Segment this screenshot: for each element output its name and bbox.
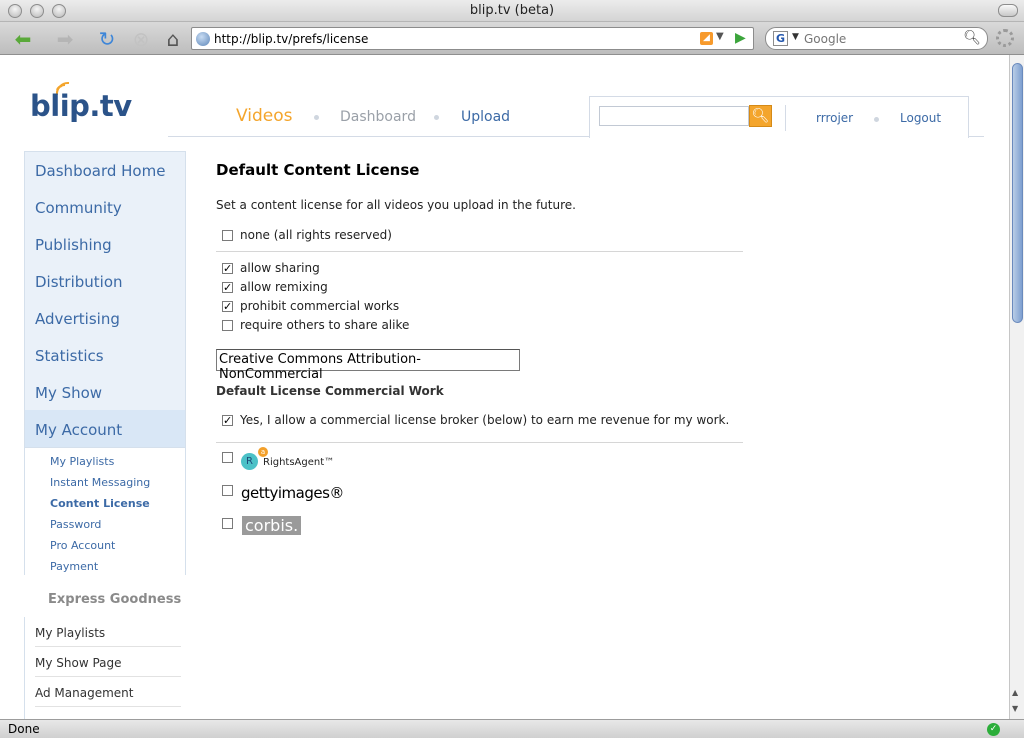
commercial-heading: Default License Commercial Work <box>216 384 444 398</box>
browser-toolbar: ⬅ ➡ ↻ ⊗ ⌂ ◢ ▼ ▶ G ▼ 🔍︎ <box>0 22 1024 55</box>
google-engine-icon[interactable]: G <box>773 31 788 46</box>
sidebar-item-statistics[interactable]: Statistics <box>35 347 104 365</box>
security-ok-icon: ✓ <box>987 723 1000 736</box>
submenu-item-my-playlists[interactable]: My Playlists <box>50 455 114 468</box>
sidebar-item-community[interactable]: Community <box>35 199 122 217</box>
loading-spinner-icon <box>996 29 1014 47</box>
broker-rightsagent-option[interactable] <box>222 452 234 468</box>
web-page: blip.tv Videos Dashboard Upload 🔍︎ rrroj… <box>0 55 1009 719</box>
express-goodness-list: My Playlists My Show Page Ad Management <box>24 617 186 719</box>
home-icon[interactable]: ⌂ <box>160 27 186 51</box>
submenu-item-pro-account[interactable]: Pro Account <box>50 539 115 552</box>
scroll-up-icon[interactable]: ▲ <box>1012 688 1018 697</box>
sidebar-item-advertising[interactable]: Advertising <box>35 310 120 328</box>
checkbox-none[interactable] <box>222 230 233 241</box>
option-label: allow remixing <box>240 280 328 294</box>
magnifier-icon: 🔍︎ <box>751 108 770 124</box>
nav-separator <box>314 115 319 120</box>
url-input[interactable] <box>214 30 684 47</box>
globe-icon <box>196 32 210 46</box>
submenu-item-password[interactable]: Password <box>50 518 101 531</box>
submenu-item-content-license[interactable]: Content License <box>50 497 150 510</box>
address-bar[interactable]: ◢ ▼ ▶ <box>191 27 754 50</box>
rightsagent-r-icon: R <box>241 453 258 470</box>
title-bar: blip.tv (beta) <box>0 0 1024 22</box>
checkbox-prohibit-commercial[interactable]: ✓ <box>222 301 233 312</box>
browser-search-input[interactable] <box>804 31 954 46</box>
divider <box>216 442 743 443</box>
scroll-down-icon[interactable]: ▼ <box>1012 704 1018 713</box>
nav-videos[interactable]: Videos <box>236 106 293 126</box>
divider <box>216 251 743 252</box>
express-item-my-playlists[interactable]: My Playlists <box>35 626 181 647</box>
sidebar-item-my-show[interactable]: My Show <box>35 384 102 402</box>
checkbox-commercial-broker[interactable]: ✓ <box>222 415 233 426</box>
logout-link[interactable]: Logout <box>900 111 941 125</box>
submenu-item-instant-messaging[interactable]: Instant Messaging <box>50 476 150 489</box>
history-dropdown-icon[interactable]: ▼ <box>716 31 724 42</box>
option-label: prohibit commercial works <box>240 299 400 313</box>
gettyimages-logo: gettyimages® <box>241 484 344 502</box>
reload-icon[interactable]: ↻ <box>94 27 120 51</box>
stop-icon[interactable]: ⊗ <box>128 27 154 51</box>
sidebar-item-publishing[interactable]: Publishing <box>35 236 112 254</box>
option-label: none (all rights reserved) <box>240 228 392 242</box>
window-title: blip.tv (beta) <box>469 3 555 18</box>
go-arrow-icon[interactable]: ▶ <box>735 30 746 46</box>
site-search-button[interactable]: 🔍︎ <box>749 105 772 127</box>
option-label: require others to share alike <box>240 318 410 332</box>
account-submenu: My Playlists Instant Messaging Content L… <box>25 447 185 575</box>
site-logo[interactable]: blip.tv <box>30 89 132 123</box>
nav-dashboard[interactable]: Dashboard <box>340 109 416 125</box>
sidebar: Dashboard Home Community Publishing Dist… <box>24 151 186 575</box>
option-label: Yes, I allow a commercial license broker… <box>240 413 730 427</box>
submenu-item-payment[interactable]: Payment <box>50 560 98 573</box>
rss-feed-icon[interactable]: ◢ <box>700 32 713 45</box>
sidebar-item-distribution[interactable]: Distribution <box>35 273 123 291</box>
status-bar: Done ✓ <box>0 719 1024 738</box>
vertical-scrollbar[interactable]: ▲ ▼ <box>1009 55 1024 719</box>
site-search-input[interactable] <box>599 106 749 126</box>
browser-search-bar[interactable]: G ▼ 🔍︎ <box>765 27 988 50</box>
corbis-logo: corbis. <box>242 516 302 535</box>
forward-arrow-icon[interactable]: ➡ <box>48 27 82 51</box>
express-item-ad-management[interactable]: Ad Management <box>35 686 181 707</box>
nav-separator <box>434 115 439 120</box>
checkbox-share-alike[interactable] <box>222 320 233 331</box>
toolbar-toggle-button[interactable] <box>998 4 1018 17</box>
magnifier-icon[interactable]: 🔍︎ <box>963 30 981 46</box>
rightsagent-a-icon: a <box>258 447 268 457</box>
scrollbar-thumb[interactable] <box>1012 63 1023 323</box>
express-item-my-show-page[interactable]: My Show Page <box>35 656 181 677</box>
divider <box>785 105 786 131</box>
engine-dropdown-icon[interactable]: ▼ <box>792 32 799 42</box>
page-title: Default Content License <box>216 161 420 179</box>
broker-corbis-option[interactable] <box>222 518 234 534</box>
sidebar-item-dashboard-home[interactable]: Dashboard Home <box>35 162 165 180</box>
intro-text: Set a content license for all videos you… <box>216 198 576 212</box>
checkbox-allow-remixing[interactable]: ✓ <box>222 282 233 293</box>
express-goodness-heading: Express Goodness <box>48 592 182 607</box>
nav-upload[interactable]: Upload <box>461 109 510 125</box>
license-name-field[interactable]: Creative Commons Attribution-NonCommerci… <box>216 349 520 382</box>
back-arrow-icon[interactable]: ⬅ <box>6 27 40 51</box>
sidebar-item-my-account[interactable]: My Account <box>35 421 122 439</box>
status-text: Done <box>8 722 40 736</box>
rightsagent-label: RightsAgent™ <box>263 457 335 468</box>
checkbox-rightsagent[interactable] <box>222 452 233 463</box>
checkbox-corbis[interactable] <box>222 518 233 529</box>
nav-separator <box>874 117 879 122</box>
broker-getty-option[interactable] <box>222 485 234 501</box>
option-label: allow sharing <box>240 261 320 275</box>
checkbox-allow-sharing[interactable]: ✓ <box>222 263 233 274</box>
username-link[interactable]: rrrojer <box>816 111 853 125</box>
checkbox-getty[interactable] <box>222 485 233 496</box>
